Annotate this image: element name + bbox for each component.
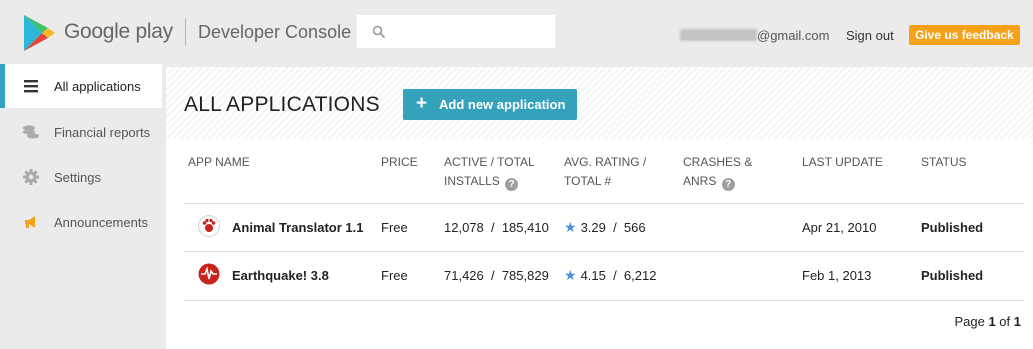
column-header-crashes[interactable]: CRASHES & ANRS ? (683, 153, 752, 191)
app-price: Free (381, 268, 408, 283)
column-header-status[interactable]: STATUS (921, 153, 967, 172)
sign-out-link[interactable]: Sign out (846, 28, 894, 43)
sidebar-item-label: All applications (54, 79, 141, 94)
app-name[interactable]: Animal Translator 1.1 (232, 220, 364, 235)
sidebar-item-label: Financial reports (54, 125, 151, 140)
page-title: ALL APPLICATIONS (184, 93, 380, 116)
column-header-price[interactable]: PRICE (381, 153, 418, 172)
app-last-update: Feb 1, 2013 (802, 268, 872, 283)
sidebar-item-label: Settings (54, 170, 101, 185)
sidebar-item-all-applications[interactable]: All applications (0, 64, 162, 108)
app-name[interactable]: Earthquake! 3.8 (232, 268, 329, 283)
sidebar-item-financial-reports[interactable]: Financial reports (0, 110, 162, 154)
star-icon: ★ (564, 267, 577, 283)
pagination: Page 1 of 1 (954, 314, 1021, 329)
console-title: Developer Console (198, 22, 352, 42)
column-header-last-update[interactable]: LAST UPDATE (802, 153, 883, 172)
app-installs: 71,426 / 785,829 (444, 268, 549, 283)
paw-icon (198, 215, 220, 237)
google-play-logo-icon[interactable] (22, 14, 56, 52)
feedback-button[interactable]: Give us feedback (909, 25, 1020, 45)
app-installs: 12,078 / 185,410 (444, 220, 549, 235)
gear-icon (23, 169, 39, 185)
header-divider (185, 18, 186, 46)
column-header-app-name[interactable]: APP NAME (188, 153, 250, 172)
row-divider (184, 203, 1024, 204)
help-icon[interactable]: ? (721, 178, 735, 191)
sidebar-item-announcements[interactable]: Announcements (0, 200, 162, 244)
add-button-label: Add new application (439, 97, 566, 112)
seismograph-icon (198, 263, 220, 285)
search-input[interactable] (357, 15, 555, 48)
menu-icon (24, 80, 38, 93)
column-header-rating[interactable]: AVG. RATING / TOTAL # (564, 153, 646, 191)
search-icon (372, 25, 386, 39)
app-status: Published (921, 268, 984, 283)
redacted-username (680, 29, 757, 41)
help-icon[interactable]: ? (505, 178, 519, 191)
plus-icon: + (416, 93, 428, 114)
sidebar: All applications Financial reports Setti… (0, 64, 162, 349)
row-divider (184, 300, 1024, 301)
sidebar-item-label: Announcements (54, 215, 148, 230)
star-icon: ★ (564, 219, 577, 235)
app-rating: ★ 4.15 / 6,212 (564, 267, 657, 283)
account-email: @gmail.com (680, 28, 829, 43)
row-divider (184, 251, 1024, 252)
sidebar-item-settings[interactable]: Settings (0, 155, 162, 199)
brand-name: Google play (64, 20, 173, 43)
title-bar: ALL APPLICATIONS + Add new application (166, 67, 1033, 139)
top-bar: Google play Developer Console @gmail.com… (0, 0, 1033, 64)
main-panel: ALL APPLICATIONS + Add new application A… (166, 67, 1033, 349)
megaphone-icon (25, 216, 35, 228)
app-rating: ★ 3.29 / 566 (564, 219, 646, 235)
column-header-installs[interactable]: ACTIVE / TOTAL INSTALLS ? (444, 153, 535, 191)
app-price: Free (381, 220, 408, 235)
coins-icon (23, 125, 39, 139)
app-status: Published (921, 220, 984, 235)
add-new-application-button[interactable]: + Add new application (403, 89, 577, 120)
app-last-update: Apr 21, 2010 (802, 220, 877, 235)
